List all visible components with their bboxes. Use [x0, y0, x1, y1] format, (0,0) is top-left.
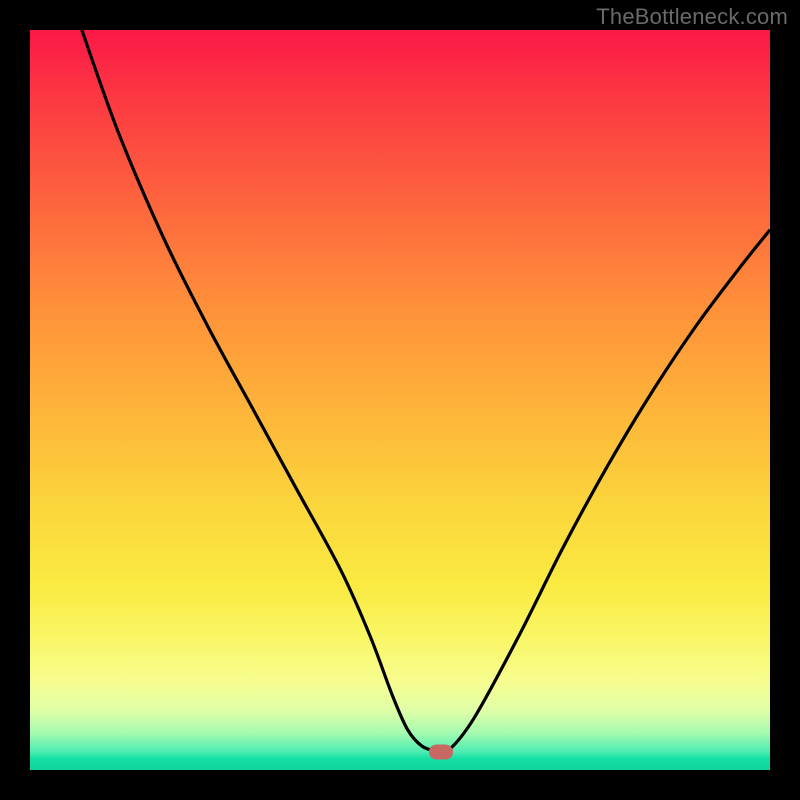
plot-area: [30, 30, 770, 770]
optimal-point-marker: [429, 745, 453, 760]
curve-layer: [30, 30, 770, 770]
bottleneck-curve: [82, 30, 770, 753]
watermark-text: TheBottleneck.com: [596, 4, 788, 30]
chart-frame: TheBottleneck.com: [0, 0, 800, 800]
